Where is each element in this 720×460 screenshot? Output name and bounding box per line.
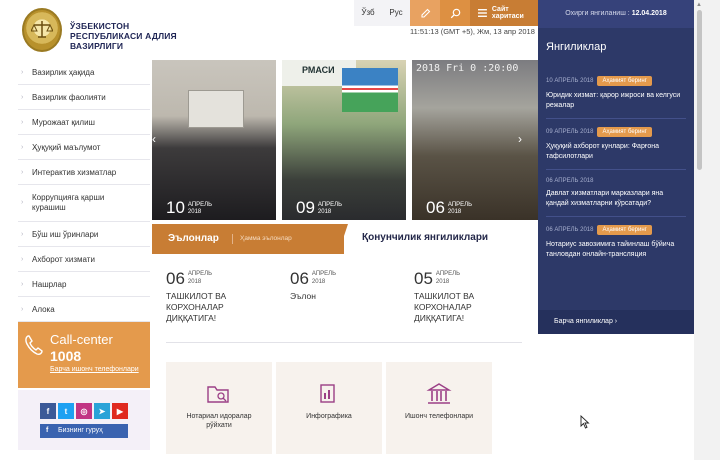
page-scrollbar[interactable]: ▲ xyxy=(694,0,720,460)
lang-uz-button[interactable]: Ўзб xyxy=(354,0,382,26)
sidebar-item-vacancies[interactable]: › Бўш иш ўринлари xyxy=(18,222,150,247)
building-icon xyxy=(426,383,452,404)
hamburger-icon xyxy=(478,9,487,17)
photo-slider: ‹ 10 АПРЕЛЬ 2018 РМАСИ 09 АПРЕЛЬ 2018 2018… xyxy=(152,60,538,220)
news-item[interactable]: 09 АПРЕЛЬ 2018 Аҳамият беринг Ҳуқуқий ахб… xyxy=(546,119,686,170)
photo-card[interactable]: ‹ 10 АПРЕЛЬ 2018 xyxy=(152,60,276,220)
chevron-right-icon: › xyxy=(21,255,24,263)
ministry-emblem-logo[interactable] xyxy=(22,8,62,52)
search-button[interactable] xyxy=(440,0,470,26)
list-item[interactable]: 06 АПРЕЛЬ 2018 Эълон xyxy=(290,270,390,302)
last-update: Охирги янгиланиш : 12.04.2018 xyxy=(538,0,694,28)
all-news-link[interactable]: Барча янгиликлар › xyxy=(538,310,694,334)
tab-announcements[interactable]: Эълонлар Ҳамма эълонлар xyxy=(152,224,344,254)
camera-timestamp: 2018 Fri 0 :20:00 xyxy=(416,63,519,74)
search-icon xyxy=(450,8,460,18)
phone-icon xyxy=(25,335,43,355)
header-toolbar: Ўзб Рус Сайт харитаси xyxy=(354,0,542,26)
news-item-title[interactable]: Нотариус завозимига тайинлаш бўйича танл… xyxy=(546,240,686,260)
document-chart-icon xyxy=(320,384,335,403)
chevron-right-icon: › xyxy=(21,118,24,126)
site-title[interactable]: ЎЗБЕКИСТОН РЕСПУБЛИКАСИ АДЛИЯ ВАЗИРЛИГИ xyxy=(70,21,180,51)
pencil-icon xyxy=(420,8,430,18)
news-item-title[interactable]: Ҳуқуқий ахборот кунлари: Фарғона тафсило… xyxy=(546,142,686,162)
service-card-hotlines[interactable]: Ишонч телефонлари xyxy=(386,362,492,454)
news-item-title[interactable]: Давлат хизматлари марказлари яна қандай … xyxy=(546,189,686,209)
chevron-right-icon: › xyxy=(21,168,24,176)
facebook-icon[interactable]: f xyxy=(40,403,56,419)
social-block: f t ◎ ➤ ▶ f Бизнинг гуруҳ xyxy=(18,390,150,450)
call-center-number: 1008 xyxy=(50,348,82,364)
news-item[interactable]: 06 АПРЕЛЬ 2018 Аҳамият беринг Нотариус за… xyxy=(546,217,686,267)
scrollbar-thumb[interactable] xyxy=(697,10,702,170)
service-card-infographics[interactable]: Инфографика xyxy=(276,362,382,454)
sidebar-item-appeal[interactable]: › Мурожаат қилиш xyxy=(18,110,150,135)
all-announcements-link[interactable]: Ҳамма эълонлар xyxy=(240,235,292,242)
chevron-right-icon: › xyxy=(21,143,24,151)
slider-prev-icon[interactable]: ‹ xyxy=(152,132,156,146)
telegram-icon[interactable]: ➤ xyxy=(94,403,110,419)
announcement-tabs: Эълонлар Ҳамма эълонлар Қонунчилик янгил… xyxy=(152,224,538,254)
announcements-list: 06 АПРЕЛЬ 2018 ТАШКИЛОТ ВА КОРХОНАЛАР ДИҚҚ… xyxy=(152,262,538,343)
all-hotlines-link[interactable]: Барча ишонч телефонлари xyxy=(50,366,139,373)
chevron-right-icon: › xyxy=(21,280,24,288)
lang-ru-button[interactable]: Рус xyxy=(382,0,410,26)
folder-search-icon xyxy=(207,386,229,403)
our-group-button[interactable]: f Бизнинг гуруҳ xyxy=(40,424,128,438)
news-panel: Охирги янгиланиш : 12.04.2018 Янгиликлар… xyxy=(538,0,694,334)
attention-badge: Аҳамият беринг xyxy=(597,225,652,235)
news-item[interactable]: 06 АПРЕЛЬ 2018 Давлат хизматлари марказл… xyxy=(546,170,686,217)
facebook-icon: f xyxy=(46,427,49,434)
chevron-right-icon: › xyxy=(21,93,24,101)
tab-legislation-news[interactable]: Қонунчилик янгиликлари xyxy=(362,232,488,243)
photo-card[interactable]: РМАСИ 09 АПРЕЛЬ 2018 xyxy=(282,60,406,220)
screen-shape xyxy=(188,90,244,128)
attention-badge: Аҳамият беринг xyxy=(597,127,652,137)
photo-card[interactable]: 2018 Fri 0 :20:00 › 06 АПРЕЛЬ 2018 xyxy=(412,60,538,220)
accessibility-button[interactable] xyxy=(410,0,440,26)
chevron-right-icon: › xyxy=(21,199,24,206)
news-heading: Янгиликлар xyxy=(546,41,607,53)
sidebar-item-interactive[interactable]: › Интерактив хизматлар xyxy=(18,160,150,185)
news-item-title[interactable]: Юридик хизмат: қарор ижроси ва келгуси р… xyxy=(546,91,686,111)
chevron-right-icon: › xyxy=(21,230,24,238)
mouse-cursor-icon xyxy=(580,415,590,429)
slider-next-icon[interactable]: › xyxy=(518,132,522,146)
sitemap-button[interactable]: Сайт харитаси xyxy=(470,0,542,26)
instagram-icon[interactable]: ◎ xyxy=(76,403,92,419)
sidebar-item-anticorruption[interactable]: › Коррупцияга қарши курашиш xyxy=(18,185,150,222)
current-datetime: 11:51:13 (GMT +5), Жм, 13 апр 2018 xyxy=(410,27,535,36)
list-item[interactable]: 06 АПРЕЛЬ 2018 ТАШКИЛОТ ВА КОРХОНАЛАР ДИҚҚ… xyxy=(166,270,266,324)
list-item[interactable]: 05 АПРЕЛЬ 2018 ТАШКИЛОТ ВА КОРХОНАЛАР ДИҚҚ… xyxy=(414,270,514,324)
uzbek-flag-shape xyxy=(342,68,398,112)
call-center-box[interactable]: Call-center 1008 Барча ишонч телефонлари xyxy=(18,322,150,388)
sidebar-item-about[interactable]: › Вазирлик ҳақида xyxy=(18,60,150,85)
site-header: ЎЗБЕКИСТОН РЕСПУБЛИКАСИ АДЛИЯ ВАЗИРЛИГИ … xyxy=(0,0,542,58)
sidebar-item-contact[interactable]: › Алока xyxy=(18,297,150,322)
attention-badge: Аҳамият беринг xyxy=(597,76,652,86)
news-item[interactable]: 10 АПРЕЛЬ 2018 Аҳамият беринг Юридик хизм… xyxy=(546,68,686,119)
sidebar-item-legal-info[interactable]: › Ҳуқуқий маълумот xyxy=(18,135,150,160)
youtube-icon[interactable]: ▶ xyxy=(112,403,128,419)
call-center-title: Call-center xyxy=(50,332,113,347)
scroll-up-icon[interactable]: ▲ xyxy=(696,2,702,8)
sidebar-item-press[interactable]: › Ахборот хизмати xyxy=(18,247,150,272)
twitter-icon[interactable]: t xyxy=(58,403,74,419)
chevron-right-icon: › xyxy=(21,305,24,313)
chevron-right-icon: › xyxy=(21,68,24,76)
scales-icon xyxy=(31,21,53,38)
service-card-notary[interactable]: Нотариал идоралар рўйхати xyxy=(166,362,272,454)
sidebar-menu: › Вазирлик ҳақида › Вазирлик фаолияти › Мур… xyxy=(18,60,150,322)
sidebar-item-activity[interactable]: › Вазирлик фаолияти xyxy=(18,85,150,110)
sidebar-item-publications[interactable]: › Нашрлар xyxy=(18,272,150,297)
